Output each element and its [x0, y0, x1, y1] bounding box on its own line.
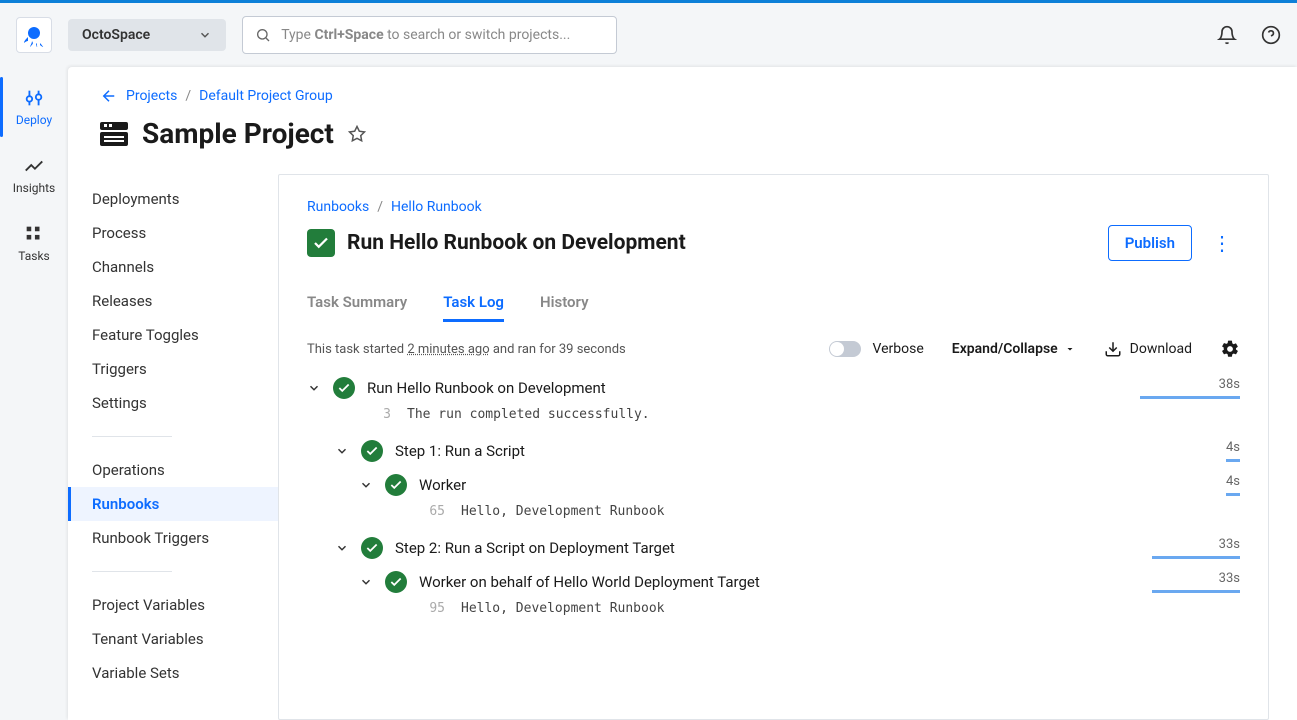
rail-tasks[interactable]: Tasks — [0, 223, 68, 263]
search-icon — [255, 27, 271, 43]
sidebar-item-releases[interactable]: Releases — [68, 284, 278, 318]
download-icon — [1104, 340, 1122, 358]
publish-button[interactable]: Publish — [1108, 225, 1192, 261]
product-logo[interactable] — [16, 17, 52, 53]
search-placeholder: Type Ctrl+Space to search or switch proj… — [281, 27, 570, 43]
chevron-down-icon — [335, 541, 349, 555]
log-row-step2-worker[interactable]: Worker on behalf of Hello World Deployme… — [307, 571, 1240, 593]
sidebar-item-channels[interactable]: Channels — [68, 250, 278, 284]
sidebar-item-feature-toggles[interactable]: Feature Toggles — [68, 318, 278, 352]
task-started-note: This task started 2 minutes ago and ran … — [307, 342, 829, 357]
sidebar-item-variable-sets[interactable]: Variable Sets — [68, 656, 278, 690]
sidebar-item-tenant-variables[interactable]: Tenant Variables — [68, 622, 278, 656]
project-sidebar: Deployments Process Channels Releases Fe… — [68, 174, 278, 720]
rail-insights[interactable]: Insights — [0, 155, 68, 195]
octopus-icon — [22, 23, 46, 47]
sidebar-item-process[interactable]: Process — [68, 216, 278, 250]
verbose-label: Verbose — [873, 341, 924, 357]
status-success-icon — [361, 440, 383, 462]
nav-rail: Deploy Insights Tasks — [0, 67, 68, 720]
help-icon[interactable] — [1261, 25, 1281, 45]
check-icon — [312, 234, 330, 252]
chevron-down-icon — [335, 444, 349, 458]
status-success-icon — [333, 377, 355, 399]
back-arrow-icon[interactable] — [100, 87, 118, 105]
log-row-step1[interactable]: Step 1: Run a Script 4s — [307, 440, 1240, 462]
chevron-down-icon — [307, 381, 321, 395]
crumb-runbooks[interactable]: Runbooks — [307, 199, 369, 215]
log-row-step2[interactable]: Step 2: Run a Script on Deployment Targe… — [307, 537, 1240, 559]
sidebar-item-triggers[interactable]: Triggers — [68, 352, 278, 386]
expand-collapse[interactable]: Expand/Collapse — [952, 341, 1076, 357]
log-line: 65 Hello, Development Runbook — [307, 496, 1240, 519]
content-card: Runbooks / Hello Runbook Run Hello Runbo… — [278, 174, 1269, 720]
dropdown-triangle-icon — [1064, 343, 1076, 355]
space-switcher[interactable]: OctoSpace — [68, 19, 226, 51]
breadcrumb: Projects / Default Project Group — [68, 67, 1297, 113]
log-line: 3 The run completed successfully. — [307, 399, 1240, 422]
deploy-icon — [23, 87, 45, 109]
log-row-root[interactable]: Run Hello Runbook on Development 38s — [307, 377, 1240, 399]
tab-task-summary[interactable]: Task Summary — [307, 285, 407, 322]
sidebar-item-settings[interactable]: Settings — [68, 386, 278, 420]
download-button[interactable]: Download — [1104, 340, 1192, 358]
divider — [92, 436, 172, 437]
tasks-icon — [23, 223, 45, 245]
tab-task-log[interactable]: Task Log — [443, 285, 504, 322]
crumb-hello-runbook[interactable]: Hello Runbook — [391, 199, 482, 215]
global-search[interactable]: Type Ctrl+Space to search or switch proj… — [242, 16, 617, 54]
insights-icon — [23, 155, 45, 177]
sidebar-item-runbook-triggers[interactable]: Runbook Triggers — [68, 521, 278, 555]
star-icon[interactable] — [348, 125, 366, 143]
space-name: OctoSpace — [82, 27, 150, 43]
verbose-toggle[interactable] — [829, 341, 861, 357]
sidebar-item-operations[interactable]: Operations — [68, 453, 278, 487]
sidebar-item-deployments[interactable]: Deployments — [68, 182, 278, 216]
status-success-icon — [361, 537, 383, 559]
runbook-title: Run Hello Runbook on Development — [347, 231, 1096, 255]
chevron-down-icon — [359, 478, 373, 492]
log-line: 95 Hello, Development Runbook — [307, 593, 1240, 616]
overflow-menu[interactable]: ⋮ — [1204, 227, 1240, 259]
crumb-group[interactable]: Default Project Group — [199, 88, 333, 104]
chevron-down-icon — [198, 28, 212, 42]
project-icon — [100, 122, 128, 146]
tabs: Task Summary Task Log History — [307, 285, 1240, 323]
status-success-icon — [385, 474, 407, 496]
divider — [92, 571, 172, 572]
notifications-icon[interactable] — [1217, 25, 1237, 45]
gear-icon[interactable] — [1220, 339, 1240, 359]
status-success-icon — [385, 571, 407, 593]
chevron-down-icon — [359, 575, 373, 589]
log-row-step1-worker[interactable]: Worker 4s — [307, 474, 1240, 496]
inner-breadcrumb: Runbooks / Hello Runbook — [307, 199, 1240, 215]
tab-history[interactable]: History — [540, 285, 589, 322]
status-badge — [307, 229, 335, 257]
page-title: Sample Project — [142, 117, 334, 150]
sidebar-item-project-variables[interactable]: Project Variables — [68, 588, 278, 622]
sidebar-item-runbooks[interactable]: Runbooks — [68, 487, 278, 521]
crumb-projects[interactable]: Projects — [126, 88, 177, 104]
rail-deploy[interactable]: Deploy — [0, 87, 68, 127]
